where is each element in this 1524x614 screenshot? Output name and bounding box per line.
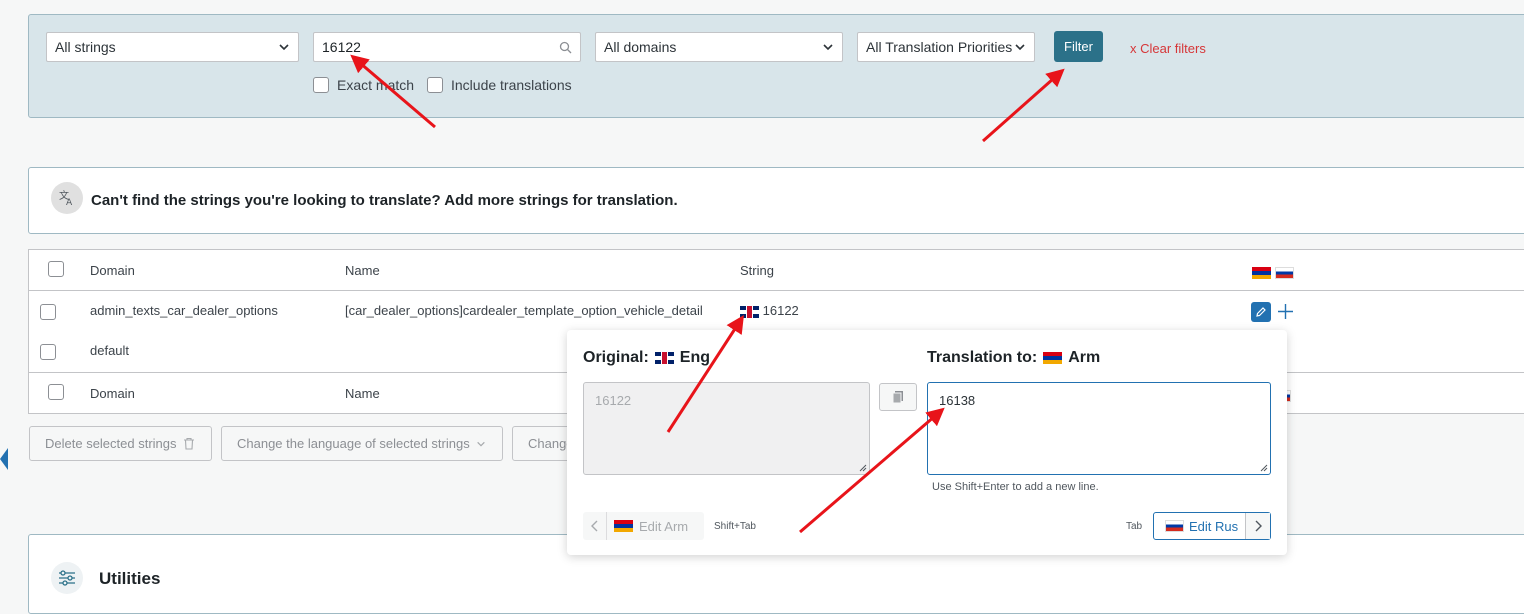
annotation-arrow	[350, 54, 436, 129]
annotation-arrows	[350, 54, 1065, 534]
annotation-arrow	[666, 314, 744, 433]
annotation-arrow	[799, 407, 945, 534]
annotation-arrow	[982, 68, 1065, 143]
